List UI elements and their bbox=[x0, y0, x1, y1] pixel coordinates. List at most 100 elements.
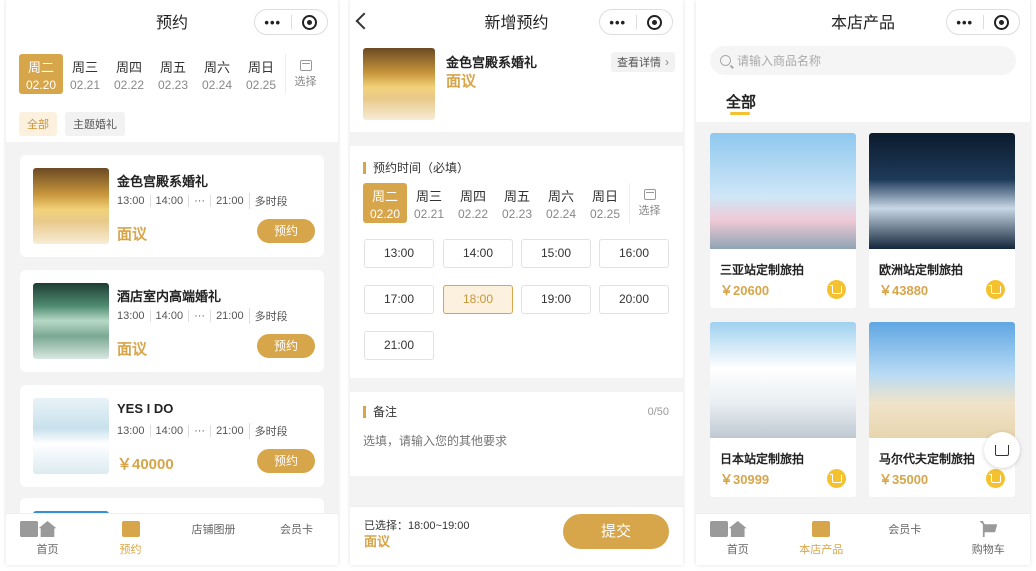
nav-bar: 新增预约 ••• bbox=[350, 0, 683, 42]
product-summary: 金色宫殿系婚礼 面议 查看详情 › bbox=[350, 42, 683, 132]
date-picker-button[interactable]: 选择 bbox=[285, 54, 325, 94]
more-icon[interactable]: ••• bbox=[947, 15, 983, 30]
date-item[interactable]: 周二 02.20 bbox=[363, 183, 407, 223]
chevron-right-icon: › bbox=[665, 55, 669, 69]
time-slot[interactable]: 17:00 bbox=[364, 285, 434, 314]
close-target-icon[interactable] bbox=[637, 14, 673, 30]
list-item[interactable]: 金色宫殿系婚礼 13:00 14:00 ··· 21:00 多时段 面议 预约 bbox=[20, 155, 324, 257]
product-card[interactable]: 欧洲站定制旅拍 ￥43880 bbox=[869, 133, 1015, 308]
cart-icon bbox=[995, 444, 1009, 456]
filter-tag[interactable]: 全部 bbox=[19, 112, 57, 136]
close-target-icon[interactable] bbox=[292, 14, 328, 30]
add-to-cart-icon[interactable] bbox=[986, 469, 1005, 488]
date-item[interactable]: 周六 02.24 bbox=[539, 183, 583, 223]
product-thumbnail bbox=[33, 398, 109, 474]
item-title: YES I DO bbox=[117, 401, 174, 416]
booking-screen: 预约 ••• 周二 02.20 周三 02.21 周四 02.22 周五 02.23 周… bbox=[6, 0, 338, 565]
tab-all[interactable]: 全部 bbox=[726, 91, 756, 112]
product-card[interactable]: 日本站定制旅拍 ￥30999 bbox=[710, 322, 856, 497]
floating-cart-button[interactable] bbox=[984, 432, 1020, 468]
summary-price: 面议 bbox=[364, 534, 391, 549]
remark-section: 备注 0/50 bbox=[350, 392, 683, 476]
member-card-icon bbox=[20, 521, 38, 537]
tab-indicator bbox=[730, 112, 750, 115]
remark-input[interactable] bbox=[363, 432, 663, 468]
time-slot[interactable]: 13:00 bbox=[364, 239, 434, 268]
submit-button[interactable]: 提交 bbox=[563, 514, 669, 549]
new-booking-screen: 新增预约 ••• 金色宫殿系婚礼 面议 查看详情 › 预约时间（必填） 周二 02.… bbox=[350, 0, 683, 565]
more-icon[interactable]: ••• bbox=[255, 15, 291, 30]
product-image bbox=[869, 133, 1015, 249]
mini-program-capsule: ••• bbox=[599, 9, 673, 35]
product-price: 面议 bbox=[446, 73, 477, 90]
calendar-icon bbox=[643, 189, 656, 200]
date-item[interactable]: 周日 02.25 bbox=[239, 54, 283, 94]
close-target-icon[interactable] bbox=[984, 14, 1020, 30]
time-slot[interactable]: 19:00 bbox=[521, 285, 591, 314]
tab-cart[interactable]: 购物车 bbox=[947, 514, 1031, 565]
date-item[interactable]: 周五 02.23 bbox=[495, 183, 539, 223]
product-thumbnail bbox=[33, 168, 109, 244]
date-item[interactable]: 周四 02.22 bbox=[451, 183, 495, 223]
product-price: ￥35000 bbox=[879, 472, 929, 487]
item-price: ￥40000 bbox=[117, 456, 174, 473]
date-item[interactable]: 周五 02.23 bbox=[151, 54, 195, 94]
tab-booking[interactable]: 预约 bbox=[89, 514, 172, 565]
item-price: 面议 bbox=[117, 341, 148, 358]
nav-bar: 预约 ••• bbox=[6, 0, 338, 42]
list-item[interactable]: YES I DO 13:00 14:00 ··· 21:00 多时段 ￥40000 预约 bbox=[20, 385, 324, 487]
product-price: ￥20600 bbox=[720, 283, 770, 298]
list-item[interactable]: 酒店室内高端婚礼 13:00 14:00 ··· 21:00 多时段 面议 预约 bbox=[20, 270, 324, 372]
search-input[interactable]: 请输入商品名称 bbox=[710, 46, 1016, 75]
time-slot[interactable]: 15:00 bbox=[521, 239, 591, 268]
date-picker-button[interactable]: 选择 bbox=[629, 183, 669, 223]
date-item[interactable]: 周三 02.21 bbox=[63, 54, 107, 94]
time-slot[interactable]: 14:00 bbox=[443, 239, 513, 268]
item-title: 金色宫殿系婚礼 bbox=[117, 174, 209, 189]
tab-member-card[interactable]: 会员卡 bbox=[710, 514, 947, 565]
time-slot[interactable]: 21:00 bbox=[364, 331, 434, 360]
product-thumbnail bbox=[363, 48, 435, 120]
tab-member-card[interactable]: 会员卡 bbox=[20, 514, 338, 565]
more-icon[interactable]: ••• bbox=[600, 15, 636, 30]
date-item[interactable]: 周三 02.21 bbox=[407, 183, 451, 223]
submit-bar: 已选择：18:00~19:00 面议 提交 bbox=[350, 506, 683, 565]
date-item[interactable]: 周四 02.22 bbox=[107, 54, 151, 94]
add-to-cart-icon[interactable] bbox=[986, 280, 1005, 299]
tab-home[interactable]: 首页 bbox=[696, 514, 780, 565]
time-slot[interactable]: 20:00 bbox=[599, 285, 669, 314]
filter-tag[interactable]: 主题婚礼 bbox=[65, 112, 125, 136]
page-title: 预约 bbox=[155, 15, 188, 32]
date-item[interactable]: 周二 02.20 bbox=[19, 54, 63, 94]
add-to-cart-icon[interactable] bbox=[827, 280, 846, 299]
time-slot-selected[interactable]: 18:00 bbox=[443, 285, 513, 314]
tab-album[interactable]: 店铺图册 bbox=[20, 514, 255, 565]
product-name: 欧洲站定制旅拍 bbox=[879, 263, 964, 277]
page-title: 新增预约 bbox=[484, 15, 549, 32]
product-image bbox=[869, 322, 1015, 438]
add-to-cart-icon[interactable] bbox=[827, 469, 846, 488]
time-slot[interactable]: 16:00 bbox=[599, 239, 669, 268]
tab-store-products[interactable]: 本店产品 bbox=[780, 514, 864, 565]
book-button[interactable]: 预约 bbox=[257, 219, 315, 243]
item-title: 酒店室内高端婚礼 bbox=[117, 289, 222, 304]
view-details-link[interactable]: 查看详情 › bbox=[611, 52, 675, 72]
cart-icon bbox=[979, 521, 998, 537]
tab-bar: 首页 本店产品 会员卡 购物车 bbox=[696, 513, 1030, 565]
time-label: 预约时间（必填） bbox=[363, 162, 469, 174]
item-price: 面议 bbox=[117, 226, 148, 243]
product-card[interactable]: 马尔代夫定制旅拍 ￥35000 bbox=[869, 322, 1015, 497]
mini-program-capsule: ••• bbox=[946, 9, 1020, 35]
tab-bar: 首页 预约 店铺图册 会员卡 bbox=[6, 513, 338, 565]
book-button[interactable]: 预约 bbox=[257, 449, 315, 473]
back-arrow-icon[interactable] bbox=[358, 10, 376, 32]
product-card[interactable]: 三亚站定制旅拍 ￥20600 bbox=[710, 133, 856, 308]
calendar-icon bbox=[299, 60, 312, 71]
date-item[interactable]: 周六 02.24 bbox=[195, 54, 239, 94]
home-icon bbox=[728, 521, 747, 537]
book-button[interactable]: 预约 bbox=[257, 334, 315, 358]
time-slots: 13:00 14:00 ··· 21:00 多时段 bbox=[117, 308, 293, 324]
tab-home[interactable]: 首页 bbox=[6, 514, 89, 565]
date-item[interactable]: 周日 02.25 bbox=[583, 183, 627, 223]
page-title: 本店产品 bbox=[830, 15, 895, 32]
